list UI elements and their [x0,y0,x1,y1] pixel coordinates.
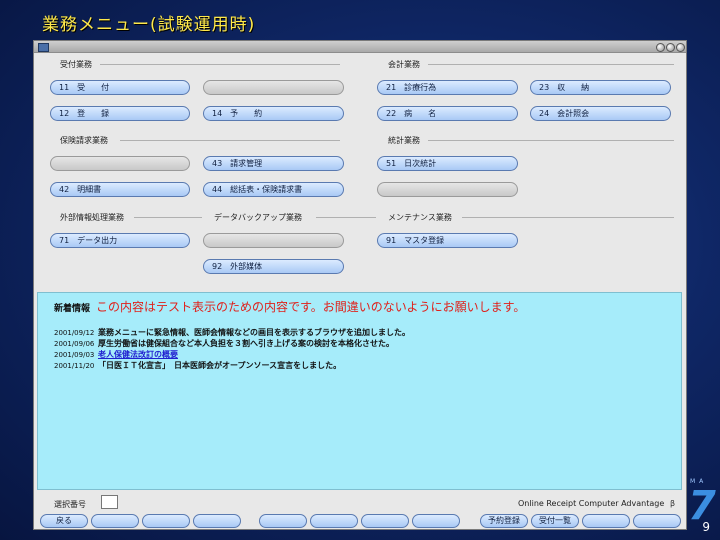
payment-button[interactable]: 23 収 納 [530,80,671,95]
disease-name-button[interactable]: 22 病 名 [377,106,518,121]
function-key-12[interactable] [633,514,681,528]
news-text: 業務メニューに緊急情報、医師会情報などの画目を表示するブラウザを追加しました。 [98,328,410,337]
window-menu-icon[interactable] [38,43,49,52]
page-number: 9 [702,520,710,534]
product-name: Online Receipt Computer Advantage [518,499,665,508]
group-statistics-label: 統計業務 [388,136,420,145]
news-item: 2001/09/12 業務メニューに緊急情報、医師会情報などの画目を表示するブラウ… [54,327,410,338]
master-registration-button[interactable]: 91 マスタ登録 [377,233,518,248]
statement-button[interactable]: 42 明細書 [50,182,190,197]
disabled-slot-button [203,80,344,95]
news-header: 新着情報 [54,304,91,314]
news-date: 2001/09/12 [54,329,95,337]
reception-list-button[interactable]: 受付一覧 [531,514,579,528]
group-accounting-label: 会計業務 [388,60,420,69]
function-key-11[interactable] [582,514,630,528]
group-maintenance-label: メンテナンス業務 [388,213,452,222]
data-output-button[interactable]: 71 データ出力 [50,233,190,248]
account-inquiry-button[interactable]: 24 会計照会 [530,106,671,121]
summary-insurance-claim-button[interactable]: 44 総括表・保険請求書 [203,182,344,197]
group-statistics-divider [428,140,674,141]
news-date: 2001/09/06 [54,340,95,348]
group-external-divider [134,217,202,218]
disabled-claims-button [50,156,190,171]
news-panel: 新着情報 この内容はテスト表示のための内容です。お間違いのないようにお願いします… [37,292,682,490]
function-key-2[interactable] [91,514,139,528]
function-key-7[interactable] [361,514,409,528]
test-notice: この内容はテスト表示のための内容です。お間違いのないようにお願いします。 [96,300,526,314]
daily-statistics-button[interactable]: 51 日次統計 [377,156,518,171]
news-date: 2001/09/03 [54,351,95,359]
group-reception-divider [100,64,340,65]
group-claims-label: 保険請求業務 [60,136,108,145]
minimize-icon[interactable] [656,43,665,52]
appointment-button[interactable]: 14 予 約 [203,106,344,121]
news-item: 2001/09/06 厚生労働省は健保組合など本人負担を３割へ引き上げる案の検討を… [54,338,394,349]
app-window: 受付業務 会計業務 保険請求業務 統計業務 外部情報処理業務 データバックアップ… [33,40,687,530]
news-text: 「日医ＩＴ化宣言」 日本医師会がオープンソース宣言をしました。 [98,361,342,370]
function-key-3[interactable] [142,514,190,528]
function-key-6[interactable] [310,514,358,528]
back-button[interactable]: 戻る [40,514,88,528]
group-claims-divider [120,140,340,141]
news-date: 2001/11/20 [54,362,95,370]
group-backup-label: データバックアップ業務 [214,213,302,222]
disabled-backup-button [203,233,344,248]
group-backup-divider [316,217,376,218]
news-item: 2001/11/20 「日医ＩＴ化宣言」 日本医師会がオープンソース宣言をしました… [54,360,341,371]
claim-management-button[interactable]: 43 請求管理 [203,156,344,171]
reservation-register-button[interactable]: 予約登録 [480,514,528,528]
window-titlebar [34,41,686,53]
function-key-5[interactable] [259,514,307,528]
reception-button[interactable]: 11 受 付 [50,80,190,95]
news-text: 厚生労働省は健保組合など本人負担を３割へ引き上げる案の検討を本格化させた。 [98,339,394,348]
external-media-button[interactable]: 92 外部媒体 [203,259,344,274]
slide-title: 業務メニュー(試験運用時) [42,15,256,35]
close-icon[interactable] [676,43,685,52]
news-link[interactable]: 老人保健法改訂の概要 [98,350,178,359]
group-reception-label: 受付業務 [60,60,92,69]
news-item: 2001/09/03 老人保健法改訂の概要 [54,349,178,360]
group-accounting-divider [428,64,674,65]
maximize-icon[interactable] [666,43,675,52]
function-key-8[interactable] [412,514,460,528]
group-external-label: 外部情報処理業務 [60,213,124,222]
select-number-input[interactable] [101,495,118,509]
beta-icon: β [670,499,676,508]
select-number-label: 選択番号 [54,500,86,509]
group-maintenance-divider [462,217,674,218]
medical-procedure-button[interactable]: 21 診療行為 [377,80,518,95]
disabled-statistics-button [377,182,518,197]
registration-button[interactable]: 12 登 録 [50,106,190,121]
function-key-4[interactable] [193,514,241,528]
